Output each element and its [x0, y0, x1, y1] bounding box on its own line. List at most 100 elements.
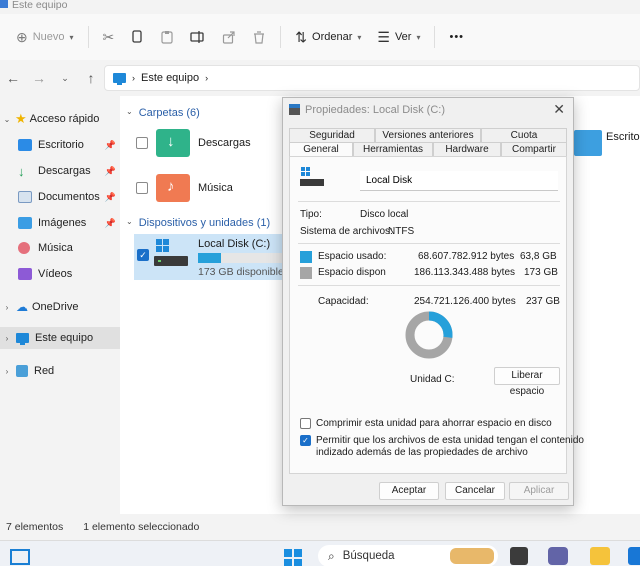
sidebar-item-pictures[interactable]: Imágenes 📌 [0, 212, 120, 234]
item-label[interactable]: Escrito [606, 131, 640, 143]
close-icon[interactable]: ✕ [553, 101, 565, 118]
sidebar-item-this-pc[interactable]: › Este equipo [0, 327, 120, 349]
windows-start-icon[interactable] [284, 549, 302, 566]
divider [434, 26, 436, 48]
item-checkbox[interactable]: ✓ [137, 249, 149, 261]
disk-cleanup-button[interactable]: Liberar espacio [494, 367, 560, 397]
music-folder-icon: ♪ [156, 174, 190, 202]
properties-dialog: Propiedades: Local Disk (C:) ✕ Seguridad… [282, 97, 584, 506]
sidebar-item-videos[interactable]: Vídeos [0, 263, 120, 285]
forward-arrow-icon[interactable]: → [26, 70, 52, 86]
tab-row-back: Seguridad Versiones anteriores Cuota [289, 128, 567, 142]
sidebar-item-label: Este equipo [35, 332, 94, 344]
tab-security[interactable]: Seguridad [289, 128, 375, 142]
up-arrow-icon[interactable]: ↑ [78, 70, 104, 86]
item-label: Descargas [198, 137, 251, 149]
item-checkbox[interactable] [136, 182, 148, 194]
tab-previous-versions[interactable]: Versiones anteriores [375, 128, 481, 142]
tab-tools[interactable]: Herramientas [353, 142, 433, 156]
new-button[interactable]: ⊕ Nuevo ▾ [8, 22, 82, 52]
sidebar-item-onedrive[interactable]: › ☁ OneDrive [0, 296, 120, 318]
paste-button[interactable] [152, 22, 182, 52]
drive-usage-bar [198, 253, 284, 263]
computer-icon [0, 0, 8, 8]
sidebar-item-downloads[interactable]: ↓ Descargas 📌 [0, 160, 120, 182]
app-icon[interactable] [628, 547, 640, 565]
sort-button[interactable]: ⇅ Ordenar ▾ [287, 22, 369, 52]
sidebar-item-quick-access[interactable]: ⌄ ★ Acceso rápido [0, 108, 120, 130]
more-options-button[interactable]: ••• [441, 22, 472, 52]
chevron-down-icon: ▾ [357, 32, 362, 42]
star-icon: ★ [15, 111, 27, 126]
chevron-down-icon: ⌄ [126, 217, 133, 226]
folders-section-header[interactable]: ⌄ Carpetas (6) [126, 107, 200, 119]
copy-button[interactable] [122, 22, 152, 52]
section-label: Dispositivos y unidades (1) [138, 217, 271, 229]
teams-icon[interactable] [548, 547, 568, 565]
drive-usage-fill [198, 253, 222, 263]
divider [280, 26, 282, 48]
sidebar-item-label: Red [34, 365, 55, 377]
address-box[interactable]: › Este equipo › [104, 65, 640, 91]
used-space-gb: 63,8 GB [520, 251, 557, 262]
share-icon [223, 31, 235, 44]
cut-button[interactable]: ✂ [95, 22, 123, 52]
tab-general[interactable]: General [289, 142, 353, 156]
recent-chevron-icon[interactable]: ⌄ [52, 73, 78, 84]
delete-button[interactable] [244, 22, 274, 52]
paste-icon [161, 31, 173, 44]
app-icon[interactable] [510, 547, 528, 565]
sidebar-item-label: Escritorio [38, 139, 84, 151]
sidebar-item-documents[interactable]: Documentos 📌 [0, 186, 120, 208]
compress-checkbox[interactable] [300, 418, 311, 429]
item-checkbox[interactable] [136, 137, 148, 149]
rename-button[interactable] [182, 22, 214, 52]
navigation-bar: ← → ⌄ ↑ › Este equipo › [0, 60, 640, 96]
item-label: Local Disk (C:) [198, 238, 271, 250]
search-highlight-icon[interactable] [450, 548, 494, 564]
cancel-button[interactable]: Cancelar [445, 482, 505, 500]
sidebar-item-music[interactable]: Música [0, 237, 120, 259]
view-button[interactable]: ☰ Ver ▾ [369, 22, 428, 52]
sort-label: Ordenar [312, 31, 353, 43]
drive-item[interactable]: ✓ Local Disk (C:) 173 GB disponibles [134, 234, 289, 280]
filesystem-value: NTFS [388, 226, 415, 237]
file-explorer-icon[interactable] [590, 547, 610, 565]
filesystem-label: Sistema de archivos: [300, 226, 393, 237]
tab-sharing[interactable]: Compartir [501, 142, 567, 156]
sidebar-item-network[interactable]: › Red [0, 360, 120, 382]
window-title-bar: Este equipo [0, 0, 640, 14]
drive-icon [289, 104, 300, 115]
navigation-pane: ⌄ ★ Acceso rápido Escritorio 📌 ↓ Descarg… [0, 96, 120, 514]
share-button[interactable] [214, 22, 244, 52]
taskbar: ⌕ Búsqueda [0, 540, 640, 566]
type-label: Tipo: [300, 209, 322, 220]
hard-drive-icon [300, 167, 324, 186]
list-item[interactable]: ↓ Descargas [136, 129, 251, 157]
divider [87, 26, 89, 48]
chevron-right-icon: › [5, 366, 9, 376]
dialog-title: Propiedades: Local Disk (C:) [305, 104, 446, 116]
breadcrumb-item[interactable]: Este equipo [141, 72, 199, 84]
list-item[interactable]: ♪ Música [136, 174, 233, 202]
task-view-icon[interactable] [10, 549, 30, 565]
index-checkbox[interactable]: ✓ [300, 435, 311, 446]
disk-usage-donut [405, 311, 453, 359]
tab-quota[interactable]: Cuota [481, 128, 567, 142]
devices-section-header[interactable]: ⌄ Dispositivos y unidades (1) [126, 217, 270, 229]
download-arrow-icon: ↓ [18, 163, 25, 179]
capacity-gb: 237 GB [526, 296, 560, 307]
ok-button[interactable]: Aceptar [379, 482, 439, 500]
sidebar-item-desktop[interactable]: Escritorio 📌 [0, 134, 120, 156]
back-arrow-icon[interactable]: ← [0, 70, 26, 86]
new-label: Nuevo [32, 31, 65, 43]
drive-name-input[interactable] [360, 171, 558, 191]
chevron-right-icon: › [5, 302, 9, 312]
type-value: Disco local [360, 209, 409, 220]
tab-hardware[interactable]: Hardware [433, 142, 501, 156]
apply-button[interactable]: Aplicar [509, 482, 569, 500]
chevron-down-icon: ▾ [69, 32, 74, 42]
sidebar-item-label: Descargas [38, 165, 91, 177]
cloud-icon: ☁ [16, 300, 28, 314]
capacity-bytes: 254.721.126.400 bytes [414, 296, 516, 307]
